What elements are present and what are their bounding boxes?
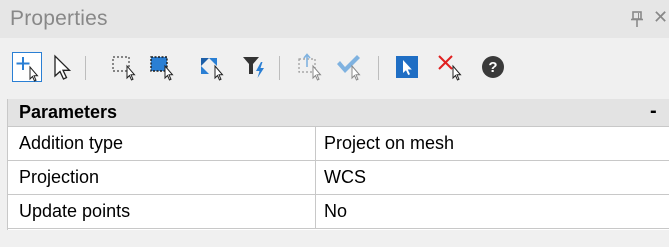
help-circle-icon: ? — [482, 56, 504, 78]
region-select-button[interactable] — [148, 52, 178, 82]
move-points-button[interactable] — [296, 52, 326, 82]
blue-cursor-icon — [396, 56, 418, 78]
column-divider[interactable] — [315, 161, 316, 195]
pin-icon[interactable] — [630, 10, 644, 28]
transform-button[interactable] — [198, 52, 228, 82]
collapse-icon[interactable]: - — [650, 100, 657, 123]
filter-button[interactable] — [240, 52, 270, 82]
property-name: Projection — [19, 167, 100, 187]
plus-cursor-icon — [16, 57, 39, 82]
property-name: Addition type — [19, 133, 124, 153]
toolbar-separator — [279, 56, 280, 80]
column-divider[interactable] — [315, 195, 316, 229]
property-row-projection[interactable]: Projection WCS — [8, 161, 669, 195]
properties-panel: Properties ✕ ? Parameters - Addition typ… — [0, 0, 669, 247]
property-value[interactable]: No — [324, 201, 347, 222]
dashed-rect-cursor-icon — [112, 56, 136, 81]
arrow-cursor-icon — [54, 54, 72, 80]
panel-title-bar[interactable]: Properties ✕ — [0, 0, 669, 38]
close-icon[interactable]: ✕ — [653, 7, 668, 28]
property-row-addition-type[interactable]: Addition type Project on mesh — [8, 127, 669, 161]
property-value[interactable]: Project on mesh — [324, 133, 454, 154]
pick-button[interactable] — [393, 52, 423, 82]
rect-select-button[interactable] — [110, 52, 140, 82]
check-cursor-icon — [337, 55, 361, 81]
svg-text:?: ? — [488, 59, 497, 76]
property-value[interactable]: WCS — [324, 167, 366, 188]
add-point-button[interactable] — [12, 52, 42, 82]
panel-title: Properties — [10, 7, 108, 30]
confirm-button[interactable] — [335, 52, 365, 82]
group-header-parameters[interactable]: Parameters - — [8, 99, 669, 127]
toolbar-separator — [378, 56, 379, 80]
delete-button[interactable] — [436, 52, 466, 82]
property-grid: Parameters - Addition type Project on me… — [7, 99, 669, 230]
filled-rect-cursor-icon — [150, 56, 174, 81]
arrows-cursor-icon — [201, 58, 224, 81]
red-x-cursor-icon — [438, 55, 462, 81]
select-button[interactable] — [47, 52, 77, 82]
funnel-lightning-icon — [243, 57, 264, 78]
property-name: Update points — [19, 201, 131, 221]
column-divider[interactable] — [315, 127, 316, 161]
help-button[interactable]: ? — [478, 52, 508, 82]
dashed-arrow-cursor-icon — [298, 53, 322, 81]
property-row-update-points[interactable]: Update points No — [8, 195, 669, 229]
group-label: Parameters — [19, 102, 118, 122]
toolbar-separator — [85, 56, 86, 80]
